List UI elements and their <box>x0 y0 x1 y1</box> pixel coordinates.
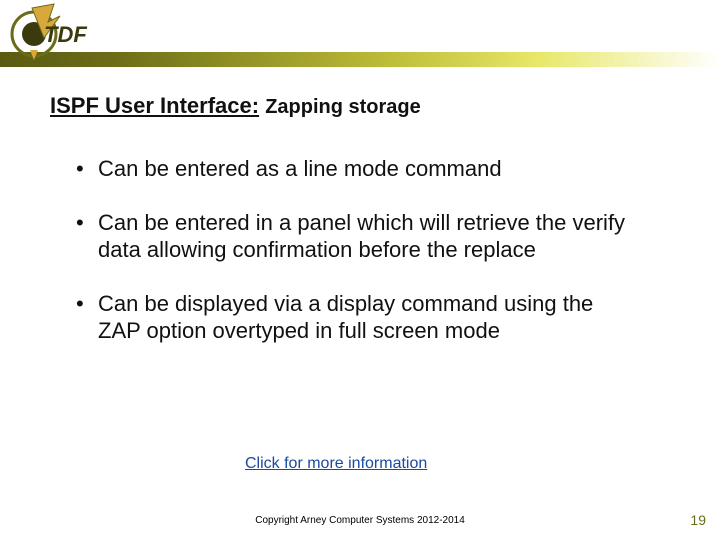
list-item: Can be entered in a panel which will ret… <box>70 209 640 264</box>
heading-main: ISPF User Interface: <box>50 93 259 118</box>
copyright-text: Copyright Arney Computer Systems 2012-20… <box>0 515 720 526</box>
bullet-list: Can be entered as a line mode command Ca… <box>70 155 640 371</box>
slide-heading: ISPF User Interface: Zapping storage <box>50 93 421 119</box>
page-number: 19 <box>690 512 706 528</box>
header-accent-band <box>0 52 720 67</box>
logo-text: TDF <box>44 22 87 47</box>
heading-sub: Zapping storage <box>265 96 421 118</box>
slide: TDF ISPF User Interface: Zapping storage… <box>0 0 720 540</box>
list-item: Can be entered as a line mode command <box>70 155 640 183</box>
tdf-logo: TDF <box>10 2 90 64</box>
more-info-link[interactable]: Click for more information <box>245 455 427 473</box>
list-item: Can be displayed via a display command u… <box>70 290 640 345</box>
